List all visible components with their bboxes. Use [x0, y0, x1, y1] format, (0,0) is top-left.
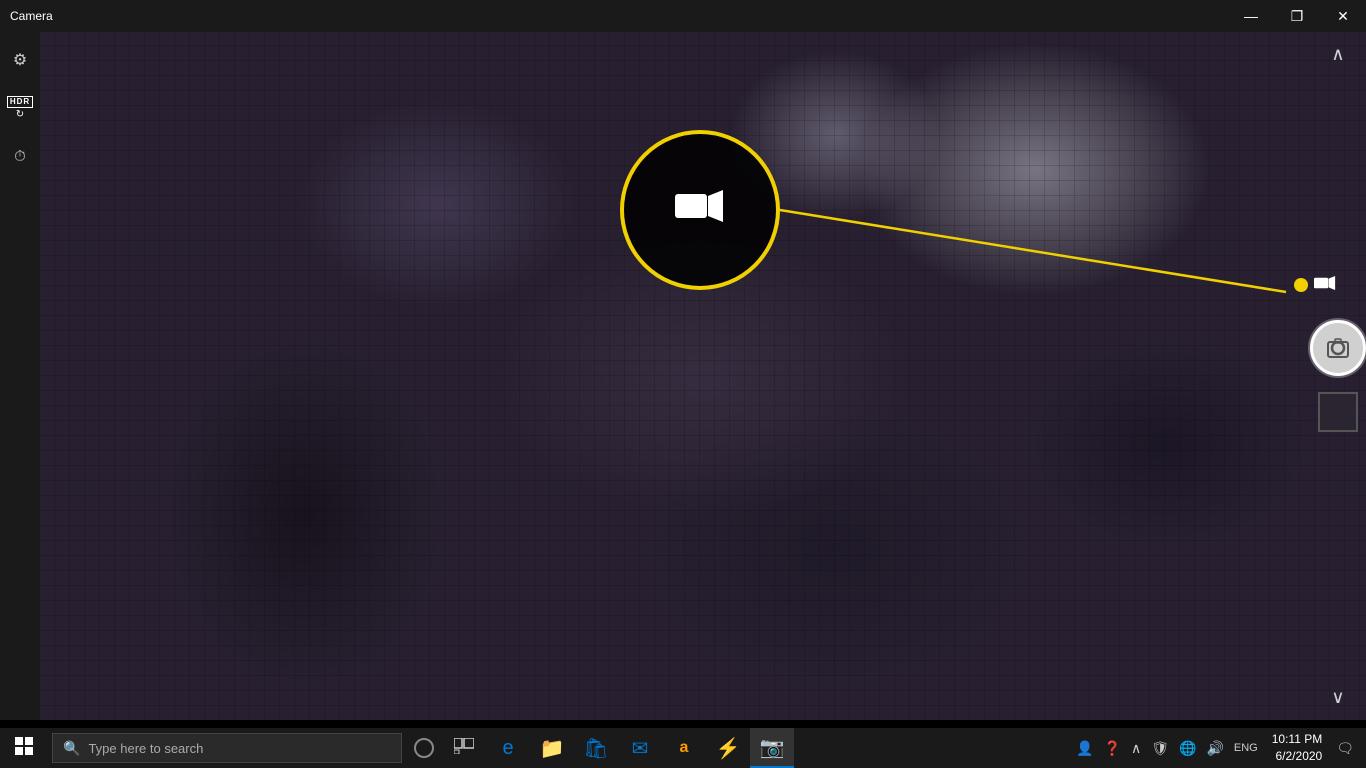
camera-app-icon: 📷: [760, 735, 785, 760]
last-photo-thumbnail[interactable]: [1318, 392, 1358, 432]
amazon-icon: a: [680, 739, 689, 757]
unknown-app-icon: ⚡: [716, 736, 741, 761]
antivirus-icon[interactable]: 🛡: [1147, 740, 1173, 757]
edge-icon: e: [502, 737, 513, 760]
taskbar-app-explorer[interactable]: 📁: [530, 728, 574, 768]
show-hidden-icon[interactable]: ∧: [1127, 740, 1145, 757]
people-icon[interactable]: 👤: [1072, 740, 1097, 757]
scroll-down-button[interactable]: ∨: [1331, 687, 1344, 708]
titlebar-controls: — ❐ ✕: [1228, 0, 1366, 32]
cortana-button[interactable]: [406, 728, 442, 768]
taskbar-app-mail[interactable]: ✉: [618, 728, 662, 768]
clock-time: 10:11 PM: [1272, 731, 1322, 748]
taskbar-app-unknown[interactable]: ⚡: [706, 728, 750, 768]
left-sidebar: ⚙ HDR ↻ ⏱: [0, 32, 40, 720]
hdr-icon[interactable]: HDR ↻: [4, 92, 36, 124]
start-icon: [15, 737, 33, 760]
search-placeholder: Type here to search: [88, 741, 203, 756]
video-indicator-icon: [1314, 275, 1336, 294]
mail-icon: ✉: [632, 736, 649, 761]
search-bar[interactable]: 🔍 Type here to search: [52, 733, 402, 763]
app-title: Camera: [10, 9, 53, 23]
network-icon[interactable]: 🌐: [1175, 740, 1200, 757]
clock-date: 6/2/2020: [1272, 748, 1322, 765]
right-sidebar: ∧ ∨: [1310, 32, 1366, 720]
taskbar-app-store[interactable]: 🛍: [574, 728, 618, 768]
annotation-video-icon: [675, 188, 725, 232]
photo-capture-button[interactable]: [1310, 320, 1366, 376]
task-view-button[interactable]: [442, 728, 486, 768]
clock[interactable]: 10:11 PM 6/2/2020: [1264, 731, 1330, 765]
store-icon: 🛍: [583, 736, 608, 761]
taskbar-app-camera[interactable]: 📷: [750, 728, 794, 768]
taskbar-app-edge[interactable]: e: [486, 728, 530, 768]
settings-icon[interactable]: ⚙: [4, 44, 36, 76]
start-button[interactable]: [0, 728, 48, 768]
notification-icon[interactable]: 🗨: [1332, 740, 1358, 757]
system-tray: 👤 ❓ ∧ 🛡 🌐 🔊 ENG 10:11 PM 6/2/2020 🗨: [1072, 731, 1366, 765]
volume-icon[interactable]: 🔊: [1202, 740, 1227, 757]
minimize-button[interactable]: —: [1228, 0, 1274, 32]
taskbar: 🔍 Type here to search e 📁 🛍 ✉ a ⚡: [0, 728, 1366, 768]
explorer-icon: 📁: [540, 736, 565, 761]
video-indicator: [1294, 275, 1336, 294]
annotation-circle: [620, 130, 780, 290]
titlebar: Camera — ❐ ✕: [0, 0, 1366, 32]
search-icon: 🔍: [63, 740, 80, 757]
titlebar-left: Camera: [0, 9, 53, 23]
help-icon[interactable]: ❓: [1100, 740, 1125, 757]
scroll-up-button[interactable]: ∧: [1331, 44, 1344, 65]
timer-icon[interactable]: ⏱: [4, 140, 36, 172]
taskbar-app-amazon[interactable]: a: [662, 728, 706, 768]
maximize-button[interactable]: ❐: [1274, 0, 1320, 32]
language-icon[interactable]: ENG: [1230, 742, 1262, 754]
right-controls: [1310, 320, 1366, 432]
task-view-icon: [454, 737, 474, 760]
video-dot: [1294, 278, 1308, 292]
close-button[interactable]: ✕: [1320, 0, 1366, 32]
